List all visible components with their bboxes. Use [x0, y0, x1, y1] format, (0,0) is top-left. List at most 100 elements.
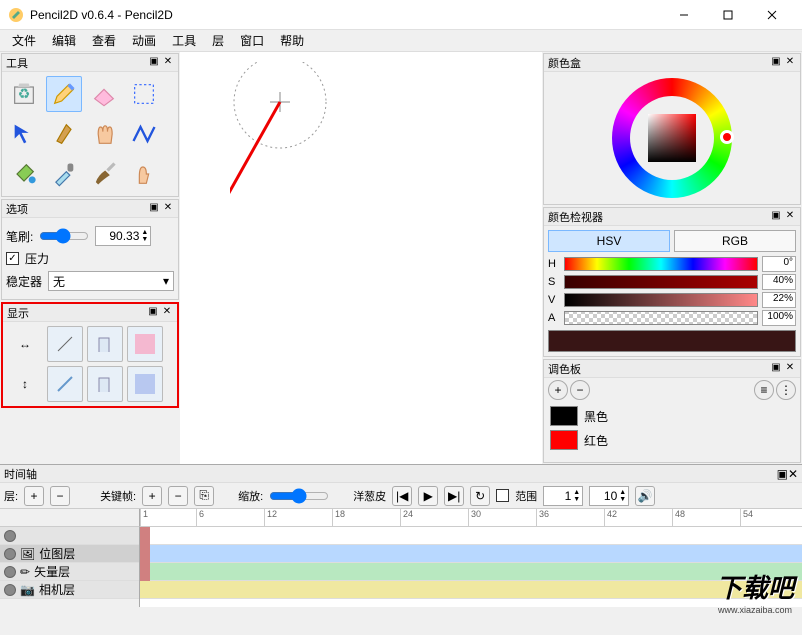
- tool-eyedropper[interactable]: [46, 156, 82, 192]
- play-button[interactable]: ▶: [418, 486, 438, 506]
- visibility-icon[interactable]: [4, 584, 16, 596]
- timeline-layer-all[interactable]: [0, 527, 139, 545]
- menu-window[interactable]: 窗口: [232, 30, 272, 51]
- colorbox-panel: 颜色盒 ▣ ✕: [543, 53, 801, 205]
- display-mirror-v[interactable]: ↕: [7, 366, 43, 402]
- loop-button[interactable]: ↻: [470, 486, 490, 506]
- tool-hand[interactable]: [86, 116, 122, 152]
- maximize-button[interactable]: [706, 1, 750, 29]
- undock-icon[interactable]: ▣: [770, 363, 782, 375]
- display-overlay-pink[interactable]: [127, 326, 163, 362]
- range-checkbox[interactable]: [496, 489, 509, 502]
- palette-item[interactable]: 红色: [548, 428, 796, 452]
- hue-slider[interactable]: [564, 257, 758, 271]
- color-wheel[interactable]: [612, 78, 732, 198]
- undock-icon[interactable]: ▣: [770, 211, 782, 223]
- timeline-layer[interactable]: 🖼位图层: [0, 545, 139, 563]
- range-from-spinbox[interactable]: 1▲▼: [543, 486, 583, 506]
- brush-size-spinbox[interactable]: 90.33 ▲▼: [95, 226, 151, 246]
- display-outlines[interactable]: [87, 326, 123, 362]
- keyframe-dup-button[interactable]: ⎘: [194, 486, 214, 506]
- close-icon[interactable]: ✕: [784, 211, 796, 223]
- menu-tools[interactable]: 工具: [164, 30, 204, 51]
- palette-remove-button[interactable]: −: [570, 380, 590, 400]
- timeline-ruler[interactable]: 1 6 12 18 24 30 36 42 48 54: [140, 509, 802, 527]
- menu-edit[interactable]: 编辑: [44, 30, 84, 51]
- close-button[interactable]: [750, 1, 794, 29]
- play-start-button[interactable]: |◀: [392, 486, 412, 506]
- display-thin-lines[interactable]: [47, 326, 83, 362]
- alpha-value[interactable]: 100%: [762, 310, 796, 326]
- tool-move[interactable]: [6, 116, 42, 152]
- timeline-layer[interactable]: ✏矢量层: [0, 563, 139, 581]
- close-icon[interactable]: ✕: [162, 203, 174, 215]
- brush-size-slider[interactable]: [39, 228, 89, 244]
- palette-list-view-icon[interactable]: ≡: [754, 380, 774, 400]
- menu-help[interactable]: 帮助: [272, 30, 312, 51]
- menu-layer[interactable]: 层: [204, 30, 232, 51]
- visibility-icon[interactable]: [4, 530, 16, 542]
- display-outlines-2[interactable]: [87, 366, 123, 402]
- palette-item[interactable]: 黑色: [548, 404, 796, 428]
- close-icon[interactable]: ✕: [784, 57, 796, 69]
- tool-pencil[interactable]: [46, 76, 82, 112]
- palette-add-button[interactable]: +: [548, 380, 568, 400]
- visibility-icon[interactable]: [4, 548, 16, 560]
- layers-label: 层:: [4, 488, 18, 504]
- sat-value[interactable]: 40%: [762, 274, 796, 290]
- display-overlay-blue[interactable]: [127, 366, 163, 402]
- menu-view[interactable]: 查看: [84, 30, 124, 51]
- tool-select-rect[interactable]: [126, 76, 162, 112]
- layer-remove-button[interactable]: −: [50, 486, 70, 506]
- window-title: Pencil2D v0.6.4 - Pencil2D: [30, 8, 662, 22]
- canvas[interactable]: [180, 52, 542, 464]
- layer-add-button[interactable]: +: [24, 486, 44, 506]
- keyframe-add-button[interactable]: +: [142, 486, 162, 506]
- tool-polyline[interactable]: [126, 116, 162, 152]
- tool-eraser[interactable]: [86, 76, 122, 112]
- sat-slider[interactable]: [564, 275, 758, 289]
- hue-value[interactable]: 0°: [762, 256, 796, 272]
- tool-brush[interactable]: [86, 156, 122, 192]
- undock-icon[interactable]: ▣: [777, 467, 788, 481]
- svg-text:♻: ♻: [18, 86, 31, 102]
- display-panel-title: 显示: [7, 305, 145, 321]
- tab-hsv[interactable]: HSV: [548, 230, 670, 252]
- val-value[interactable]: 22%: [762, 292, 796, 308]
- close-icon[interactable]: ✕: [161, 307, 173, 319]
- zoom-slider[interactable]: [269, 488, 329, 504]
- menu-animation[interactable]: 动画: [124, 30, 164, 51]
- undock-icon[interactable]: ▣: [148, 57, 160, 69]
- tool-bucket[interactable]: [6, 156, 42, 192]
- timeline-tracks[interactable]: [140, 527, 802, 607]
- alpha-slider[interactable]: [564, 311, 758, 325]
- tool-pen[interactable]: [46, 116, 82, 152]
- display-thin-lines-2[interactable]: [47, 366, 83, 402]
- undock-icon[interactable]: ▣: [147, 307, 159, 319]
- close-icon[interactable]: ✕: [162, 57, 174, 69]
- timeline-layer[interactable]: 📷相机层: [0, 581, 139, 599]
- stabilizer-combo[interactable]: 无 ▾: [48, 271, 174, 291]
- keyframe-remove-button[interactable]: −: [168, 486, 188, 506]
- visibility-icon[interactable]: [4, 566, 16, 578]
- timeline-title: 时间轴: [4, 466, 777, 482]
- play-end-button[interactable]: ▶|: [444, 486, 464, 506]
- display-panel: 显示 ▣ ✕ ↔ ↕: [1, 302, 179, 408]
- range-to-spinbox[interactable]: 10▲▼: [589, 486, 629, 506]
- tool-smudge[interactable]: [126, 156, 162, 192]
- sound-button[interactable]: 🔊: [635, 486, 655, 506]
- menu-file[interactable]: 文件: [4, 30, 44, 51]
- val-slider[interactable]: [564, 293, 758, 307]
- palette-panel: 调色板 ▣ ✕ + − ≡ ⋮ 黑色 红色: [543, 359, 801, 463]
- undock-icon[interactable]: ▣: [770, 57, 782, 69]
- close-icon[interactable]: ✕: [784, 363, 796, 375]
- undock-icon[interactable]: ▣: [148, 203, 160, 215]
- pressure-checkbox[interactable]: ✓: [6, 252, 19, 265]
- tool-clear[interactable]: ♻: [6, 76, 42, 112]
- palette-menu-icon[interactable]: ⋮: [776, 380, 796, 400]
- minimize-button[interactable]: [662, 1, 706, 29]
- display-mirror-h[interactable]: ↔: [7, 326, 43, 362]
- colorbox-title: 颜色盒: [548, 55, 768, 71]
- tab-rgb[interactable]: RGB: [674, 230, 796, 252]
- close-icon[interactable]: ✕: [788, 467, 798, 481]
